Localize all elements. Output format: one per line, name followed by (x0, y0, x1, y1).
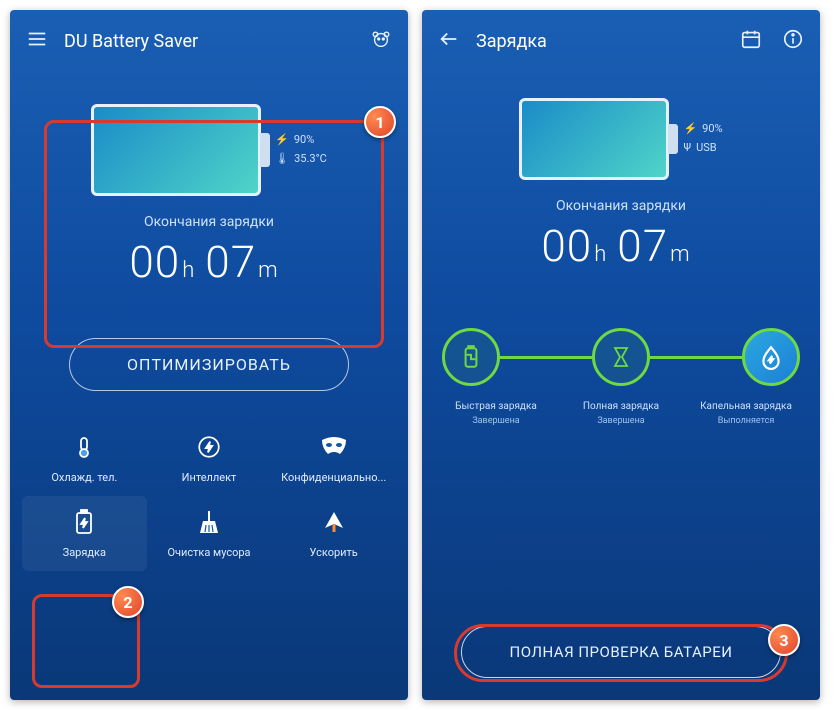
app-title: DU Battery Saver (64, 31, 354, 52)
grid-label: Ускорить (310, 546, 358, 559)
full-check-button[interactable]: ПОЛНАЯ ПРОВЕРКА БАТАРЕИ (461, 626, 781, 678)
unit-m: m (258, 258, 279, 283)
time-minutes: 07 (617, 220, 668, 272)
feature-grid: Охлажд. тел. Интеллект Конфиденциально..… (10, 421, 408, 571)
battery-stats: ⚡ 90% 🌡 35.3°C (275, 131, 327, 168)
grid-label: Очистка мусора (167, 546, 250, 559)
battery-source: USB (696, 139, 717, 158)
info-icon[interactable] (782, 28, 804, 54)
phone-screenshot-left: DU Battery Saver ⚡ 90% 🌡 35.3°C Окончания … (10, 10, 408, 700)
charge-stages (442, 328, 800, 386)
battery-temp: 35.3°C (294, 150, 327, 169)
bolt-icon: ⚡ (683, 120, 697, 139)
battery-percent: 90% (702, 120, 722, 139)
stage-title: Капельная зарядка (700, 401, 792, 412)
thermometer-icon: 🌡 (275, 150, 289, 169)
charge-end-label: Окончания зарядки (422, 198, 820, 214)
bolt-circle-icon (196, 433, 222, 461)
stage-trickle (742, 328, 800, 386)
time-minutes: 07 (205, 236, 256, 288)
stage-labels: Быстрая зарядка Завершена Полная зарядка З… (422, 400, 820, 428)
battery-visual: ⚡ 90% Ψ USB (422, 98, 820, 180)
grid-boost[interactable]: Ускорить (271, 496, 396, 571)
stage-title: Быстрая зарядка (455, 401, 537, 412)
thermometer-icon (72, 433, 96, 461)
bear-icon[interactable] (370, 28, 392, 54)
grid-clean[interactable]: Очистка мусора (147, 496, 272, 571)
annotation-marker-2: 2 (112, 586, 144, 618)
broom-icon (197, 508, 221, 536)
battery-stats: ⚡ 90% Ψ USB (683, 120, 722, 157)
back-icon[interactable] (438, 28, 460, 54)
time-hours: 00 (541, 220, 592, 272)
battery-body (91, 104, 261, 196)
menu-icon[interactable] (26, 28, 48, 54)
topbar: DU Battery Saver (10, 10, 408, 64)
stage-full (592, 328, 650, 386)
page-title: Зарядка (476, 31, 724, 52)
countdown: 00h 07m (422, 220, 820, 272)
rocket-icon (321, 508, 347, 536)
annotation-marker-1: 1 (364, 106, 396, 138)
grid-privacy[interactable]: Конфиденциально... (271, 421, 396, 496)
usb-icon: Ψ (683, 139, 691, 158)
bolt-icon: ⚡ (275, 131, 289, 150)
annotation-marker-3: 3 (768, 624, 800, 656)
battery-body (519, 98, 669, 180)
grid-charging[interactable]: Зарядка (22, 496, 147, 571)
topbar: Зарядка (422, 10, 820, 64)
countdown: 00h 07m (10, 236, 408, 288)
charge-end-label: Окончания зарядки (10, 214, 408, 230)
mask-icon (320, 433, 348, 461)
unit-m: m (670, 242, 691, 267)
battery-percent: 90% (294, 131, 314, 150)
stage-status: Выполняется (718, 416, 775, 426)
grid-label: Охлажд. тел. (51, 471, 117, 484)
grid-label: Конфиденциально... (281, 471, 386, 484)
grid-label: Интеллект (182, 471, 237, 484)
calendar-icon[interactable] (740, 28, 762, 54)
stage-status: Завершена (472, 416, 519, 426)
grid-cooling[interactable]: Охлажд. тел. (22, 421, 147, 496)
unit-h: h (594, 242, 607, 267)
stage-title: Полная зарядка (583, 401, 659, 412)
battery-icon (74, 508, 94, 536)
unit-h: h (182, 258, 195, 283)
optimize-button[interactable]: ОПТИМИЗИРОВАТЬ (69, 338, 349, 391)
battery-visual: ⚡ 90% 🌡 35.3°C (10, 104, 408, 196)
grid-intellect[interactable]: Интеллект (147, 421, 272, 496)
stage-status: Завершена (597, 416, 644, 426)
stage-fast (442, 328, 500, 386)
phone-screenshot-right: Зарядка ⚡ 90% Ψ USB Окончания зарядки 00h0… (422, 10, 820, 700)
time-hours: 00 (129, 236, 180, 288)
grid-label: Зарядка (63, 546, 106, 559)
